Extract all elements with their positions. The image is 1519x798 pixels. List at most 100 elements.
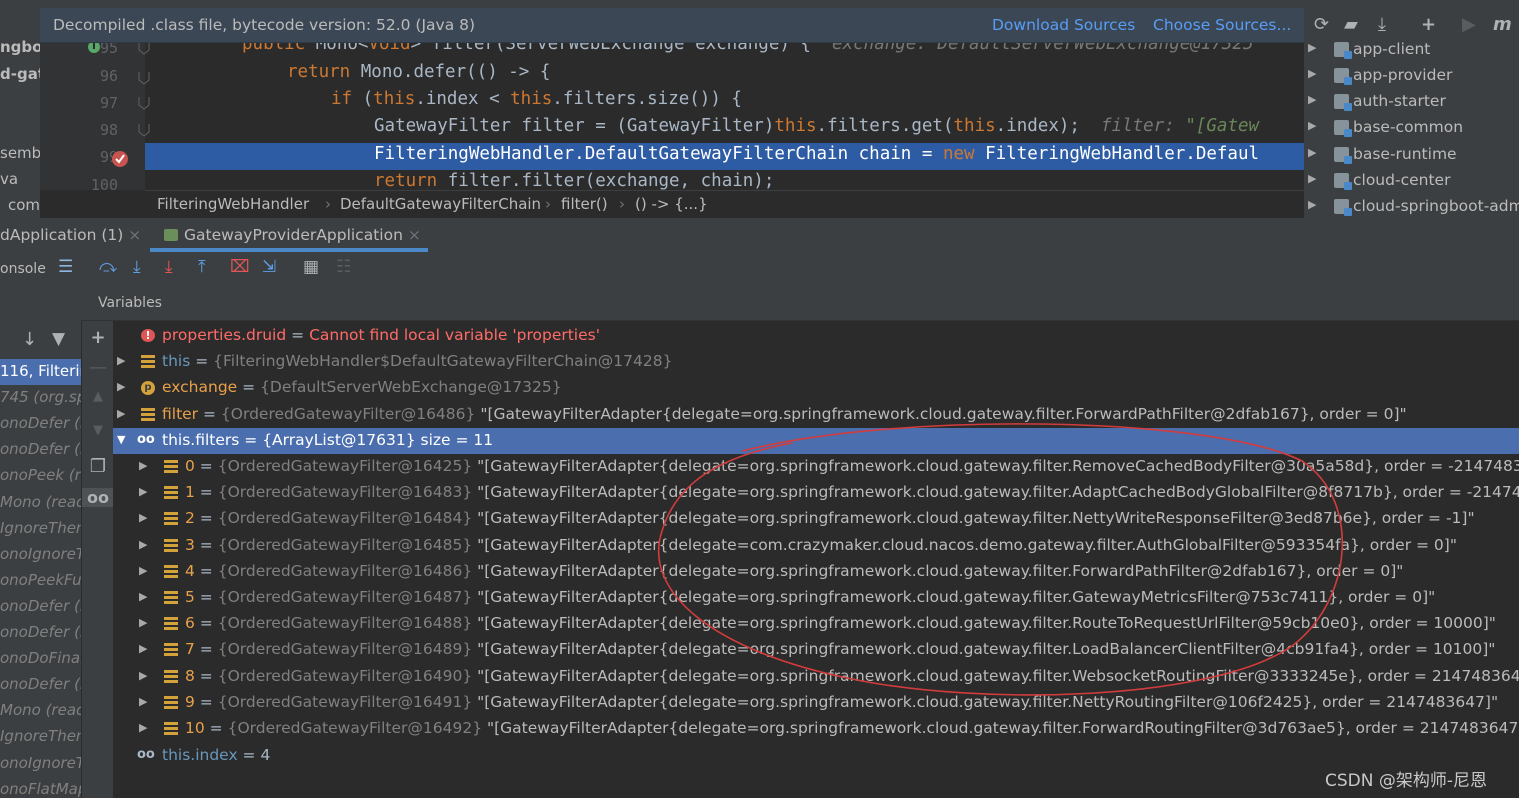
remove-watch-icon[interactable]: — [82, 357, 114, 378]
breadcrumb-item[interactable]: FilteringWebHandler [157, 195, 309, 213]
expand-arrow-icon[interactable]: ▶ [139, 669, 147, 682]
parameter-icon: p [141, 381, 155, 395]
module-folder-icon [1334, 42, 1352, 59]
frame-item[interactable]: IgnoreThen [0, 519, 81, 537]
module-folder-icon [1334, 68, 1352, 85]
expand-arrow-icon[interactable]: ▶ [139, 485, 147, 498]
expand-arrow-icon[interactable]: ▶ [117, 407, 125, 420]
move-down-icon[interactable]: ▼ [82, 423, 114, 438]
frame-item[interactable]: IgnoreThen [0, 727, 81, 745]
folder-icon[interactable]: ▰ [1344, 14, 1358, 35]
expand-arrow-icon[interactable]: ▶ [139, 511, 147, 524]
expand-arrow-icon[interactable]: ▶ [1308, 172, 1316, 185]
evaluate-expression-icon[interactable]: ▦ [303, 257, 319, 277]
run-icon[interactable]: ▶ [1462, 14, 1476, 35]
breadcrumb-item[interactable]: DefaultGatewayFilterChain [340, 195, 541, 213]
frame-item[interactable]: onoDefer (r [0, 414, 81, 432]
step-out-icon[interactable]: ⤒ [198, 257, 206, 277]
frame-item[interactable]: onoPeek (re [0, 466, 81, 484]
add-watch-icon[interactable]: + [82, 327, 114, 348]
debug-tab-label: GatewayProviderApplication [184, 226, 403, 244]
choose-sources-link[interactable]: Choose Sources... [1153, 16, 1291, 34]
expand-arrow-icon[interactable]: ▶ [1308, 198, 1316, 211]
drop-frame-icon[interactable]: ⌧ [230, 257, 250, 277]
maven-icon[interactable]: m [1493, 14, 1512, 35]
run-to-cursor-icon[interactable]: ⇲ [262, 257, 276, 277]
frame-item[interactable]: onoIgnoreT [0, 545, 81, 563]
variables-title[interactable]: Variables [98, 295, 162, 311]
frame-item[interactable]: onoIgnoreT [0, 754, 81, 772]
frame-item[interactable]: onoDefer (r [0, 597, 81, 615]
project-toolbar: ⟳ ▰ ⤓ + ▶ m [1304, 8, 1519, 42]
breadcrumb-separator-icon: › [325, 195, 331, 213]
trace-icon[interactable]: ☷ [336, 257, 351, 277]
frame-item[interactable]: onoDefer (r [0, 675, 81, 693]
frame-item[interactable]: onoDefer (r [0, 440, 81, 458]
frame-item[interactable]: Mono (reac [0, 701, 81, 719]
breakpoint-icon[interactable] [111, 150, 129, 168]
expand-arrow-icon[interactable]: ▶ [139, 721, 147, 734]
variable-row-this[interactable]: ▶ this = {FilteringWebHandler$DefaultGat… [113, 349, 1519, 375]
close-icon[interactable]: × [408, 226, 421, 244]
download-icon[interactable]: ⤓ [1378, 14, 1386, 35]
equals: = [239, 431, 263, 449]
frame-item[interactable]: Mono (reac [0, 493, 81, 511]
frame-item[interactable]: onoDefer (r [0, 623, 81, 641]
project-fragment[interactable]: va [0, 170, 18, 188]
project-panel: ⟳ ▰ ⤓ + ▶ m ▶ app-client ▶ app-provider ▶ a… [1304, 0, 1519, 218]
download-sources-link[interactable]: Download Sources [992, 16, 1135, 34]
project-item-label: app-provider [1353, 66, 1453, 84]
variable-row-error[interactable]: ! properties.druid = Cannot find local v… [113, 323, 1519, 349]
step-over-icon[interactable]: ⤼ [99, 257, 117, 277]
module-folder-icon [1334, 147, 1352, 164]
force-step-into-icon[interactable]: ⤓ [165, 257, 173, 277]
step-into-icon[interactable]: ⤓ [133, 257, 141, 277]
frame-item[interactable]: onoFlatMapS [0, 780, 81, 798]
expand-arrow-icon[interactable]: ▶ [139, 459, 147, 472]
expand-arrow-icon[interactable]: ▶ [1308, 41, 1316, 54]
frame-item[interactable]: onoPeekFus [0, 571, 81, 589]
copy-icon[interactable]: ❐ [82, 456, 114, 477]
filter-icon[interactable]: ▼ [52, 329, 65, 349]
equals: = [194, 666, 218, 685]
expand-arrow-icon[interactable]: ▶ [1308, 93, 1316, 106]
move-up-icon[interactable]: ▲ [82, 389, 114, 404]
console-tab[interactable]: onsole [0, 261, 46, 277]
expand-arrow-icon[interactable]: ▶ [139, 616, 147, 629]
refresh-icon[interactable]: ⟳ [1314, 14, 1329, 35]
watches-toggle-icon[interactable]: oo [82, 488, 114, 507]
expand-arrow-icon[interactable]: ▶ [117, 354, 125, 367]
debug-tab[interactable]: dApplication (1) × [0, 226, 141, 244]
frame-item[interactable]: 116, Filterin [0, 362, 81, 380]
breadcrumb-item[interactable]: filter() [561, 195, 608, 213]
expand-arrow-icon[interactable]: ▶ [1308, 67, 1316, 80]
expand-arrow-icon[interactable]: ▶ [1308, 119, 1316, 132]
project-fragment[interactable]: semb [0, 144, 40, 162]
expand-arrow-icon[interactable]: ▶ [139, 538, 147, 551]
variable-row-exchange[interactable]: ▶ p exchange = {DefaultServerWebExchange… [113, 375, 1519, 401]
debug-tab-active[interactable]: GatewayProviderApplication × [164, 226, 421, 244]
expand-arrow-icon[interactable]: ▶ [139, 695, 147, 708]
filter-item-row[interactable]: ▶ 10 = {OrderedGatewayFilter@16492} "[Gat… [113, 716, 1519, 742]
arrow-down-icon[interactable]: ↓ [22, 329, 37, 350]
item-index: 3 [185, 535, 195, 554]
frame-item[interactable]: onoDoFinal [0, 649, 81, 667]
collapse-arrow-icon[interactable]: ▼ [117, 433, 125, 446]
project-fragment[interactable]: ngboo [0, 38, 40, 56]
variable-ref: {OrderedGatewayFilter@16486} [220, 405, 476, 423]
expand-arrow-icon[interactable]: ▶ [1308, 146, 1316, 159]
expand-arrow-icon[interactable]: ▶ [139, 590, 147, 603]
frames-layout-icon[interactable]: ☰ [58, 257, 73, 277]
frame-item[interactable]: 745 (org.sp [0, 388, 81, 406]
variable-row-index[interactable]: oo this.index = 4 [113, 743, 1519, 769]
expand-arrow-icon[interactable]: ▶ [139, 564, 147, 577]
expand-arrow-icon[interactable]: ▶ [139, 642, 147, 655]
breadcrumb-item[interactable]: () -> {...} [635, 195, 708, 213]
expand-arrow-icon[interactable]: ▶ [117, 380, 125, 393]
close-icon[interactable]: × [128, 226, 141, 244]
add-icon[interactable]: + [1421, 14, 1436, 35]
project-fragment[interactable]: d-gat [0, 65, 40, 83]
project-item-label: base-runtime [1353, 145, 1457, 163]
equals: = [194, 509, 218, 528]
project-fragment[interactable]: com [8, 196, 40, 214]
